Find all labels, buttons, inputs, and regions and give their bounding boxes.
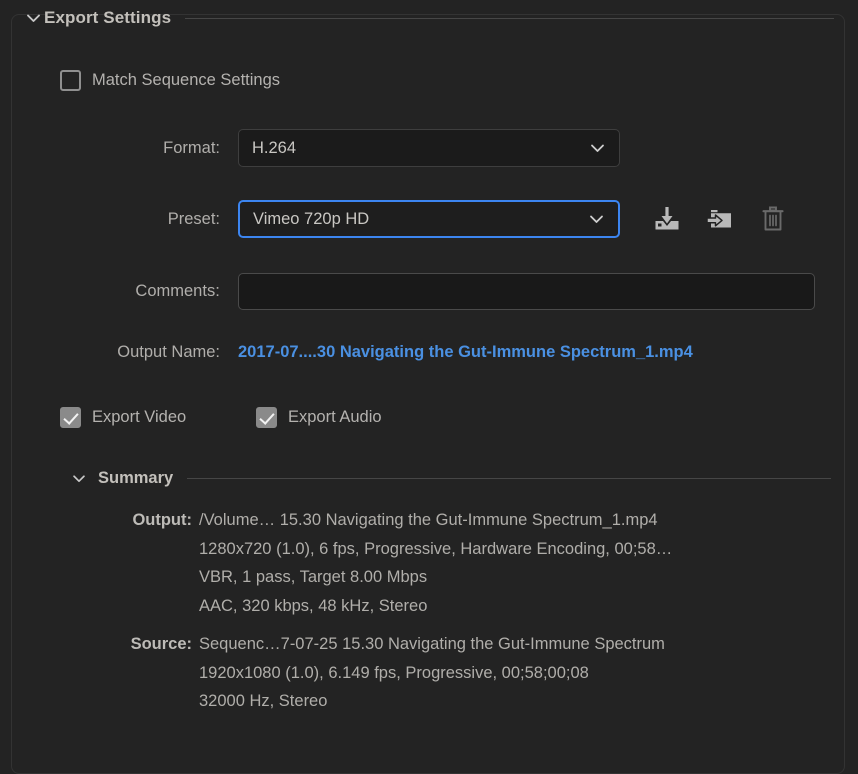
preset-select[interactable]: Vimeo 720p HD xyxy=(238,200,620,238)
preset-row: Preset: Vimeo 720p HD xyxy=(55,200,805,238)
export-audio-row[interactable]: Export Audio xyxy=(256,407,382,428)
comments-input[interactable] xyxy=(237,273,815,310)
export-settings-header[interactable]: Export Settings xyxy=(22,5,836,31)
summary-source-block: Source: Sequenc…7-07-25 15.30 Navigating… xyxy=(110,630,838,716)
summary-output-block: Output: /Volume… 15.30 Navigating the Gu… xyxy=(110,506,838,620)
summary-output-first-line: Output: /Volume… 15.30 Navigating the Gu… xyxy=(110,506,838,535)
output-name-label: Output Name: xyxy=(117,343,220,361)
summary-source-first-line: Source: Sequenc…7-07-25 15.30 Navigating… xyxy=(110,630,838,659)
export-video-row[interactable]: Export Video xyxy=(60,407,186,428)
format-select[interactable]: H.264 xyxy=(238,129,620,167)
match-sequence-settings-row[interactable]: Match Sequence Settings xyxy=(60,70,280,91)
export-video-label: Export Video xyxy=(92,408,187,426)
preset-value: Vimeo 720p HD xyxy=(253,209,370,228)
chevron-down-icon[interactable] xyxy=(68,474,90,483)
export-audio-label: Export Audio xyxy=(288,408,382,426)
summary-output-line-1: 1280x720 (1.0), 6 fps, Progressive, Hard… xyxy=(199,539,673,558)
chevron-down-icon xyxy=(590,143,605,153)
export-audio-checkbox[interactable] xyxy=(256,407,277,428)
summary-header[interactable]: Summary xyxy=(68,466,833,490)
preset-label: Preset: xyxy=(167,209,220,228)
export-preset-icon[interactable] xyxy=(701,200,739,238)
delete-preset-icon[interactable] xyxy=(754,200,792,238)
summary-divider xyxy=(187,477,831,479)
summary-source-line-1: 1920x1080 (1.0), 6.149 fps, Progressive,… xyxy=(199,663,589,682)
summary-output-line-2: VBR, 1 pass, Target 8.00 Mbps xyxy=(199,568,428,586)
format-row: Format: H.264 xyxy=(55,129,620,167)
format-value: H.264 xyxy=(252,138,297,157)
comments-label: Comments: xyxy=(135,282,220,300)
chevron-down-icon[interactable] xyxy=(22,13,44,23)
summary-output-key: Output: xyxy=(132,511,192,529)
export-video-checkbox[interactable] xyxy=(60,407,81,428)
comments-row: Comments: xyxy=(55,273,815,310)
summary-output-line-3: AAC, 320 kbps, 48 kHz, Stereo xyxy=(199,596,428,615)
header-divider xyxy=(185,17,834,19)
export-settings-panel: Export Settings Match Sequence Settings … xyxy=(0,0,858,774)
match-sequence-settings-label: Match Sequence Settings xyxy=(92,71,281,89)
format-label: Format: xyxy=(163,138,220,157)
match-sequence-settings-checkbox[interactable] xyxy=(60,70,81,91)
summary-output-line-0: /Volume… 15.30 Navigating the Gut-Immune… xyxy=(199,511,658,529)
import-preset-icon[interactable] xyxy=(648,200,686,238)
summary-source-line-2: 32000 Hz, Stereo xyxy=(199,692,328,710)
output-name-link[interactable]: 2017-07....30 Navigating the Gut-Immune … xyxy=(238,343,693,362)
page-title: Export Settings xyxy=(44,8,172,27)
summary-source-line-0: Sequenc…7-07-25 15.30 Navigating the Gut… xyxy=(199,635,665,653)
summary-title: Summary xyxy=(98,468,174,487)
summary-source-key: Source: xyxy=(130,635,192,653)
output-name-row: Output Name: 2017-07....30 Navigating th… xyxy=(55,343,835,362)
chevron-down-icon xyxy=(589,214,604,224)
